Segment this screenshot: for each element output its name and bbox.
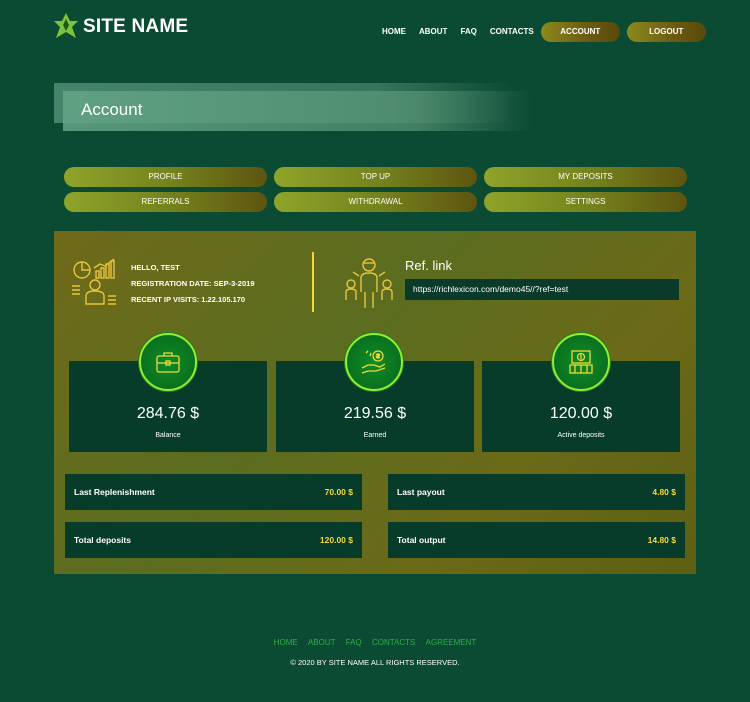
tab-top-up[interactable]: TOP UP [274,167,477,187]
tab-profile[interactable]: PROFILE [64,167,267,187]
last-payout-row: Last payout 4.80 $ [388,474,685,510]
tab-withdrawal[interactable]: WITHDRAWAL [274,192,477,212]
last-payout-value: 4.80 $ [652,487,676,497]
footer-nav: HOME ABOUT FAQ CONTACTS AGREEMENT [0,638,750,647]
user-info: HELLO, TEST REGISTRATION DATE: SEP-3-201… [131,260,255,308]
total-output-label: Total output [397,535,446,545]
active-deposits-amount: 120.00 $ [549,405,613,422]
footer-link-about[interactable]: ABOUT [308,638,336,647]
registration-date: REGISTRATION DATE: SEP-3-2019 [131,279,255,288]
greeting: HELLO, TEST [131,263,180,272]
page-title: Account [81,100,143,119]
money-hand-icon-badge [345,333,403,391]
recent-ip: RECENT IP VISITS: 1.22.105.170 [131,295,246,304]
nav-about[interactable]: ABOUT [419,22,447,42]
panel-divider [312,252,314,312]
referral-people-icon [345,258,393,308]
footer-link-contacts[interactable]: CONTACTS [372,638,415,647]
footer-link-home[interactable]: HOME [274,638,298,647]
copyright-text: © 2020 BY SITE NAME ALL RIGHTS RESERVED. [290,658,460,667]
tab-my-deposits[interactable]: MY DEPOSITS [484,167,687,187]
total-output-row: Total output 14.80 $ [388,522,685,558]
last-payout-label: Last payout [397,487,445,497]
balance-label: Balance [155,432,181,439]
money-hand-icon [361,350,386,374]
site-logo[interactable]: SITE NAME [53,12,188,42]
ref-link-title: Ref. link [405,258,452,273]
site-name: SITE NAME [83,16,189,37]
cash-register-icon-badge [552,333,610,391]
footer-link-faq[interactable]: FAQ [346,638,362,647]
last-replenishment-row: Last Replenishment 70.00 $ [65,474,362,510]
logo-star-icon [54,13,78,38]
account-tabs: PROFILE TOP UP MY DEPOSITS REFERRALS WIT… [64,167,687,212]
tab-settings[interactable]: SETTINGS [484,192,687,212]
nav-home[interactable]: HOME [382,22,406,42]
last-replenishment-label: Last Replenishment [74,487,155,497]
earned-label: Earned [363,432,387,439]
briefcase-icon-badge [139,333,197,391]
balance-amount: 284.76 $ [136,405,200,422]
total-deposits-label: Total deposits [74,535,131,545]
cash-register-icon [569,350,593,374]
ref-link-field[interactable]: https://richlexicon.com/demo45//?ref=tes… [405,279,679,300]
nav-faq[interactable]: FAQ [460,22,476,42]
main-nav: HOME ABOUT FAQ CONTACTS ACCOUNT LOGOUT [382,22,706,42]
user-stats-icon [72,258,116,305]
total-deposits-row: Total deposits 120.00 $ [65,522,362,558]
footer-link-agreement[interactable]: AGREEMENT [426,638,477,647]
active-deposits-label: Active deposits [557,432,605,439]
account-button[interactable]: ACCOUNT [540,22,620,42]
total-output-value: 14.80 $ [647,535,676,545]
logout-button[interactable]: LOGOUT [626,22,706,42]
earned-amount: 219.56 $ [343,405,407,422]
last-replenishment-value: 70.00 $ [324,487,353,497]
tab-referrals[interactable]: REFERRALS [64,192,267,212]
briefcase-icon [156,352,180,373]
total-deposits-value: 120.00 $ [319,535,353,545]
nav-contacts[interactable]: CONTACTS [490,22,534,42]
